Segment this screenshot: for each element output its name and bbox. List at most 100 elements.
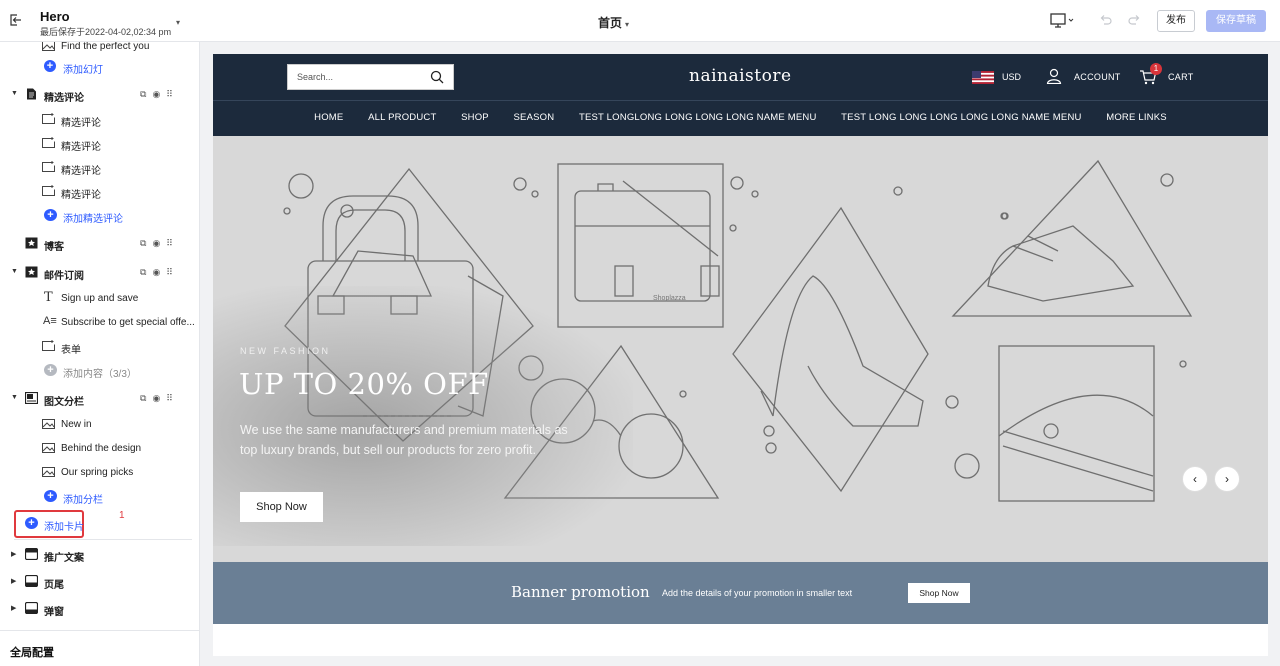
card-icon <box>42 340 55 351</box>
image-icon <box>42 42 55 51</box>
publish-button[interactable]: 发布 <box>1157 10 1195 32</box>
section-image-columns[interactable]: ▼ 图文分栏 ⧉◉⠿ <box>0 388 199 410</box>
section-blog[interactable]: 博客 ⧉◉⠿ <box>0 233 199 255</box>
banner-title: Banner promotion <box>511 583 650 601</box>
list-item-column[interactable]: Our spring picks <box>0 462 199 484</box>
nav-more-links[interactable]: MORE LINKS <box>1106 112 1167 123</box>
section-footer[interactable]: ▶ 页尾 <box>0 571 199 593</box>
hero-slideshow: Shoplazza NEW FASHION UP TO 20% OFF We u… <box>213 136 1268 562</box>
banner-shop-now-button[interactable]: Shop Now <box>908 583 970 603</box>
currency-selector[interactable]: USD <box>1002 72 1021 82</box>
list-item-label: 精选评论 <box>61 142 101 153</box>
drag-handle-icon[interactable]: ⠿ <box>166 238 179 248</box>
store-header: Search... nainaistore USD ACCOUNT 1 CART… <box>213 54 1268 136</box>
eye-icon[interactable]: ◉ <box>152 393 166 403</box>
section-newsletter[interactable]: ▼ 邮件订阅 ⧉◉⠿ <box>0 262 199 284</box>
list-item-label: 精选评论 <box>61 118 101 129</box>
duplicate-icon[interactable]: ⧉ <box>140 238 152 248</box>
store-search-input[interactable]: Search... <box>287 64 454 90</box>
section-label: 邮件订阅 <box>44 271 84 282</box>
nav-shop[interactable]: SHOP <box>461 112 489 123</box>
list-item-review[interactable]: 精选评论 <box>0 109 199 131</box>
hero-shop-now-button[interactable]: Shop Now <box>240 492 323 522</box>
eye-icon[interactable]: ◉ <box>152 238 166 248</box>
nav-season[interactable]: SEASON <box>514 112 555 123</box>
eye-icon[interactable]: ◉ <box>152 89 166 99</box>
us-flag-icon[interactable] <box>972 71 994 84</box>
exit-icon[interactable] <box>8 12 24 28</box>
list-item-column[interactable]: Behind the design <box>0 438 199 460</box>
search-placeholder: Search... <box>297 72 334 82</box>
list-item-review[interactable]: 精选评论 <box>0 133 199 155</box>
chevron-down-icon[interactable]: ▾ <box>176 18 180 27</box>
redo-icon[interactable] <box>1126 12 1142 28</box>
nav-home[interactable]: HOME <box>314 112 343 123</box>
card-icon <box>42 185 55 196</box>
image-icon <box>42 443 55 453</box>
list-item-review[interactable]: 精选评论 <box>0 157 199 179</box>
account-link[interactable]: ACCOUNT <box>1074 72 1121 82</box>
page-selector[interactable]: 首页 ▾ <box>598 14 629 31</box>
slide-next-button[interactable]: › <box>1214 466 1240 492</box>
list-item-paragraph[interactable]: A≡ Subscribe to get special offe... <box>0 312 199 334</box>
add-card-button[interactable]: + 添加卡片 <box>0 513 199 535</box>
caret-right-icon[interactable]: ▶ <box>11 577 16 585</box>
add-slide-button[interactable]: + 添加幻灯 <box>0 56 199 78</box>
drag-handle-icon[interactable]: ⠿ <box>166 393 179 403</box>
card-icon <box>42 137 55 148</box>
duplicate-icon[interactable]: ⧉ <box>140 393 152 403</box>
editor-topbar: Hero 最后保存于2022-04-02,02:34 pm ▾ 首页 ▾ 发布 保… <box>0 0 1280 42</box>
cart-link[interactable]: CART <box>1168 72 1194 82</box>
drag-handle-icon[interactable]: ⠿ <box>166 89 179 99</box>
duplicate-icon[interactable]: ⧉ <box>140 267 152 277</box>
section-label: 精选评论 <box>44 93 84 104</box>
chevron-down-icon: ▾ <box>625 20 630 29</box>
user-icon[interactable] <box>1046 68 1062 84</box>
desktop-preview-icon[interactable] <box>1050 12 1076 30</box>
undo-icon[interactable] <box>1098 12 1114 28</box>
section-label: 弹窗 <box>44 607 64 618</box>
chevron-right-icon: › <box>1225 472 1229 486</box>
divider <box>0 630 199 631</box>
duplicate-icon[interactable]: ⧉ <box>140 89 152 99</box>
slide-prev-button[interactable]: ‹ <box>1182 466 1208 492</box>
save-draft-button[interactable]: 保存草稿 <box>1206 10 1266 32</box>
plus-circle-icon: + <box>25 517 38 529</box>
nav-test-menu-1[interactable]: TEST LONGLONG LONG LONG LONG NAME MENU <box>579 112 817 123</box>
add-column-button[interactable]: + 添加分栏 <box>0 486 199 508</box>
caret-down-icon[interactable]: ▼ <box>11 268 18 275</box>
list-item-label: 表单 <box>61 345 81 356</box>
store-logo[interactable]: nainaistore <box>689 66 792 86</box>
divider <box>14 539 192 540</box>
section-actions: ⧉◉⠿ <box>140 393 179 404</box>
caret-right-icon[interactable]: ▶ <box>11 550 16 558</box>
list-item-column[interactable]: New in <box>0 414 199 436</box>
section-block-icon <box>25 602 38 614</box>
drag-handle-icon[interactable]: ⠿ <box>166 267 179 277</box>
list-item-review[interactable]: 精选评论 <box>0 181 199 203</box>
search-icon[interactable] <box>430 70 444 84</box>
caret-right-icon[interactable]: ▶ <box>11 604 16 612</box>
add-featured-review-button[interactable]: + 添加精选评论 <box>0 205 199 227</box>
section-promo-text[interactable]: ▶ 推广文案 <box>0 544 199 566</box>
global-config-link[interactable]: 全局配置 <box>10 644 54 660</box>
section-featured-reviews[interactable]: ▼ 精选评论 ⧉◉⠿ <box>0 84 199 106</box>
divider <box>213 100 1268 101</box>
card-icon <box>42 161 55 172</box>
sections-sidebar: Find the perfect you + 添加幻灯 ▼ 精选评论 ⧉◉⠿ 精… <box>0 42 200 666</box>
nav-all-product[interactable]: ALL PRODUCT <box>368 112 436 123</box>
page-selector-label: 首页 <box>598 16 623 30</box>
list-item-form[interactable]: 表单 <box>0 336 199 358</box>
section-actions: ⧉◉⠿ <box>140 267 179 278</box>
section-popup[interactable]: ▶ 弹窗 <box>0 598 199 620</box>
section-label: 博客 <box>44 242 64 253</box>
caret-down-icon[interactable]: ▼ <box>11 394 18 401</box>
list-item-heading[interactable]: T Sign up and save <box>0 288 199 310</box>
add-card-label: 添加卡片 <box>44 522 84 533</box>
caret-down-icon[interactable]: ▼ <box>11 90 18 97</box>
list-item-label: New in <box>61 419 92 430</box>
nav-test-menu-2[interactable]: TEST LONG LONG LONG LONG LONG NAME MENU <box>841 112 1081 123</box>
eye-icon[interactable]: ◉ <box>152 267 166 277</box>
section-label: 图文分栏 <box>44 397 84 408</box>
add-column-label: 添加分栏 <box>63 495 103 506</box>
